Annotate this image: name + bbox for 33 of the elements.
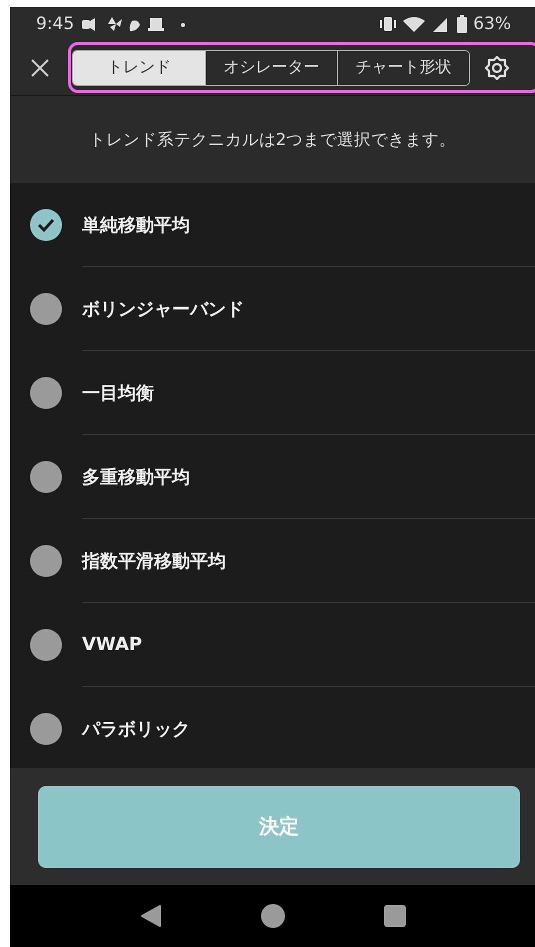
radio-icon[interactable] <box>30 713 62 745</box>
list-item[interactable]: 単純移動平均 <box>10 183 535 267</box>
radio-icon[interactable] <box>30 461 62 493</box>
tab[interactable]: チャート形状 <box>337 50 469 84</box>
list-item[interactable]: 一目均衡 <box>10 351 535 435</box>
item-label: 一目均衡 <box>82 382 154 404</box>
item-label: 単純移動平均 <box>82 214 190 236</box>
battery-icon <box>457 14 468 32</box>
close-icon[interactable] <box>30 58 50 78</box>
home-icon[interactable] <box>260 904 284 928</box>
radio-icon[interactable] <box>30 545 62 577</box>
settings-icon[interactable] <box>484 54 510 80</box>
item-label: VWAP <box>82 634 142 655</box>
vibrate-icon <box>379 16 398 32</box>
list-item[interactable]: VWAP <box>10 603 535 687</box>
checked-radio-icon[interactable] <box>30 209 62 241</box>
status-time: 9:45 <box>36 14 74 34</box>
item-label: 多重移動平均 <box>82 466 190 488</box>
wifi-icon <box>403 16 426 32</box>
recents-icon[interactable] <box>384 905 406 927</box>
info-text: トレンド系テクニカルは2つまで選択できます。 <box>88 128 456 150</box>
list-item[interactable]: 多重移動平均 <box>10 435 535 519</box>
battery-percent: 63% <box>473 14 511 34</box>
radio-icon[interactable] <box>30 629 62 661</box>
item-label: ボリンジャーバンド <box>82 298 244 320</box>
radio-icon[interactable] <box>30 293 62 325</box>
item-label: 指数平滑移動平均 <box>82 550 226 572</box>
list-item[interactable]: ボリンジャーバンド <box>10 267 535 351</box>
list-item[interactable]: 指数平滑移動平均 <box>10 519 535 603</box>
radio-icon[interactable] <box>30 377 62 409</box>
tab[interactable]: トレンド <box>73 50 205 84</box>
back-icon[interactable] <box>140 904 162 928</box>
item-label: パラボリック <box>82 718 190 740</box>
